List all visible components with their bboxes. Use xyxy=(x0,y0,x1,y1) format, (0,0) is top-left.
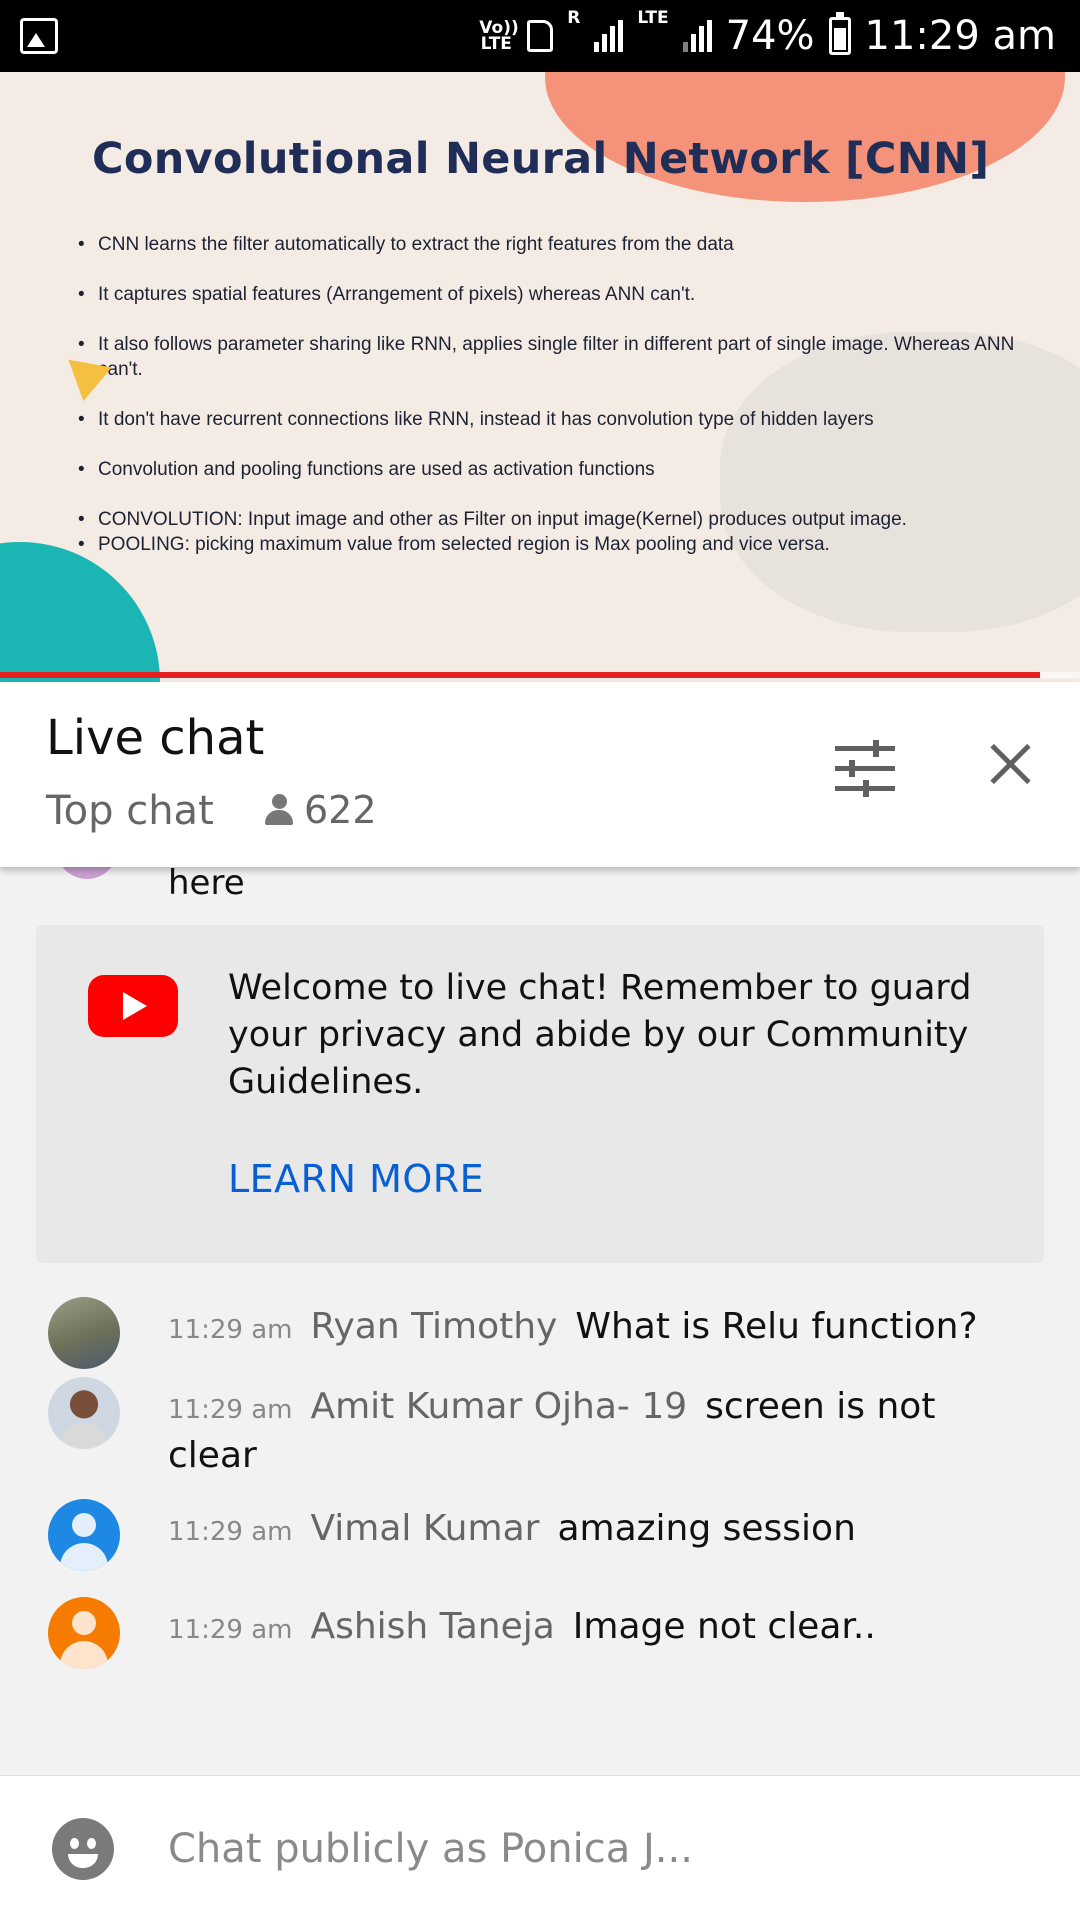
message-text-continued: clear xyxy=(168,1435,257,1476)
slide-bullet: Convolution and pooling functions are us… xyxy=(78,457,1018,482)
avatar[interactable] xyxy=(48,1377,120,1449)
slide-title: Convolutional Neural Network [CNN] xyxy=(92,134,990,184)
viewer-count: 622 xyxy=(304,788,377,832)
message-text: amazing session xyxy=(557,1508,856,1549)
message-text: here xyxy=(168,867,245,903)
message-author[interactable]: Ryan Timothy xyxy=(310,1306,557,1347)
gallery-notification-icon xyxy=(20,18,58,54)
slide-decoration-teal xyxy=(0,542,160,682)
lte-indicator: LTE xyxy=(637,8,669,28)
learn-more-link[interactable]: LEARN MORE xyxy=(228,1157,484,1201)
video-player[interactable]: Convolutional Neural Network [CNN] CNN l… xyxy=(0,72,1080,682)
live-chat-title: Live chat xyxy=(46,710,265,766)
viewers-icon xyxy=(264,792,294,828)
slide-bullet: It don't have recurrent connections like… xyxy=(78,407,1018,432)
avatar[interactable] xyxy=(48,1597,120,1669)
battery-percent: 74% xyxy=(725,13,815,59)
avatar[interactable] xyxy=(48,1297,120,1369)
chat-mode-selector[interactable]: Top chat xyxy=(46,788,214,834)
roaming-indicator: R xyxy=(567,8,581,28)
status-bar: Vo)) LTE R LTE 74% 11:29 am xyxy=(0,0,1080,72)
message-author[interactable]: Amit Kumar Ojha- 19 xyxy=(310,1386,687,1427)
slide-bullet: It captures spatial features (Arrangemen… xyxy=(78,282,1018,307)
chat-input[interactable] xyxy=(168,1816,1028,1882)
emoji-icon[interactable] xyxy=(52,1818,114,1880)
message-time: 11:29 am xyxy=(168,1395,293,1425)
signal-icon-2 xyxy=(682,20,712,52)
slide-bullet: POOLING: picking maximum value from sele… xyxy=(78,532,1018,557)
chat-input-bar xyxy=(0,1775,1080,1920)
avatar[interactable] xyxy=(48,1499,120,1571)
sim-icon xyxy=(527,20,554,52)
volte-icon: Vo)) LTE xyxy=(479,18,519,54)
close-icon[interactable] xyxy=(980,734,1040,794)
battery-icon xyxy=(828,12,851,55)
welcome-banner: Welcome to live chat! Remember to guard … xyxy=(36,925,1044,1263)
video-progress-bar[interactable] xyxy=(0,672,1041,678)
filter-settings-icon[interactable] xyxy=(835,740,895,797)
chat-messages[interactable]: here Welcome to live chat! Remember to g… xyxy=(0,867,1080,1775)
message-author[interactable]: Vimal Kumar xyxy=(310,1508,539,1549)
slide-bullets: CNN learns the filter automatically to e… xyxy=(78,232,1018,557)
message-text: screen is not xyxy=(705,1386,936,1427)
signal-icon-1 xyxy=(594,20,624,52)
welcome-text: Welcome to live chat! Remember to guard … xyxy=(228,968,972,1102)
message-time: 11:29 am xyxy=(168,1315,293,1345)
youtube-logo-icon xyxy=(88,975,178,1037)
app-root: Vo)) LTE R LTE 74% 11:29 am Convolutiona… xyxy=(0,0,1080,1920)
message-text: Image not clear.. xyxy=(572,1606,876,1647)
status-icons: Vo)) LTE R LTE 74% 11:29 am xyxy=(479,10,1056,62)
clock: 11:29 am xyxy=(864,13,1056,59)
message-time: 11:29 am xyxy=(168,1517,293,1547)
slide-bullet: CNN learns the filter automatically to e… xyxy=(78,232,1018,257)
slide-bullet: CONVOLUTION: Input image and other as Fi… xyxy=(78,507,1018,532)
message-author[interactable]: Ashish Taneja xyxy=(310,1606,554,1647)
message-text: What is Relu function? xyxy=(575,1306,978,1347)
avatar xyxy=(56,867,118,879)
message-time: 11:29 am xyxy=(168,1615,293,1645)
live-chat-header: Live chat Top chat 622 xyxy=(0,682,1080,867)
slide-bullet: It also follows parameter sharing like R… xyxy=(78,332,1018,382)
